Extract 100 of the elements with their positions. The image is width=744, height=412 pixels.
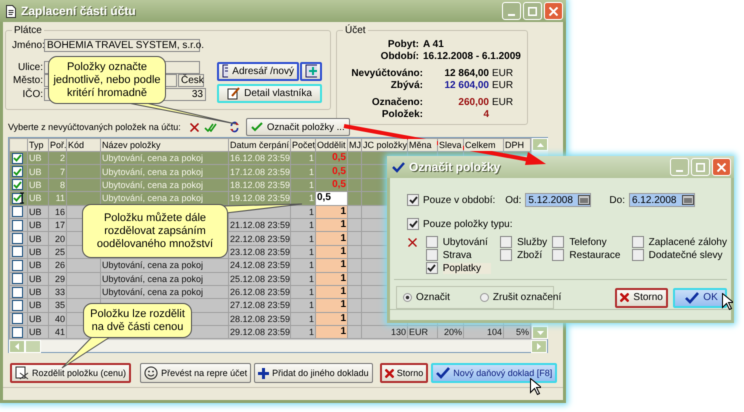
maximize-icon [696, 162, 705, 172]
column-header[interactable]: MJ [349, 140, 360, 150]
table-cell: 16.12.08 23:59 [230, 153, 290, 164]
table-cell: UB [29, 206, 42, 217]
table-cell: 8 [60, 180, 65, 190]
table-cell: 1 [308, 246, 314, 257]
split-document-icon [15, 366, 29, 380]
to-label: Do: [609, 194, 625, 206]
type-checkbox[interactable] [500, 249, 512, 261]
minimize-icon [676, 170, 683, 172]
cross-icon [384, 368, 394, 378]
radio-button[interactable] [480, 293, 489, 302]
table-cell: 1 [308, 260, 314, 270]
calendar-icon[interactable] [578, 195, 590, 205]
table-cell: Ubytování, cena za pokoj [102, 274, 204, 284]
row-checkbox[interactable] [12, 166, 23, 178]
action-button[interactable]: Rozdělit položku (cenu) [10, 363, 132, 384]
radio-label: Zrušit označení [492, 292, 562, 303]
table-cell: 29.12.08 23:59 [230, 327, 290, 338]
row-checkbox[interactable] [12, 220, 23, 231]
table-cell: UB [29, 180, 42, 190]
row-checkbox[interactable] [12, 260, 23, 271]
column-header[interactable]: Sleva [439, 140, 462, 150]
add-contact-button[interactable] [300, 62, 322, 80]
types-checkbox[interactable] [407, 218, 419, 230]
text-cursor-icon [20, 192, 24, 204]
table-cell: UB [29, 153, 42, 164]
checkbox-label: Dodatečné slevy [648, 250, 723, 260]
row-checkbox[interactable] [12, 286, 23, 298]
column-header[interactable]: Oddělit [317, 140, 346, 150]
smiley-icon [144, 366, 158, 380]
double-check-icon[interactable] [204, 122, 217, 132]
row-checkbox[interactable] [12, 326, 23, 338]
action-button[interactable]: Převést na repre účet [140, 363, 252, 384]
document-icon [5, 4, 17, 18]
close-button[interactable] [712, 158, 731, 176]
row-checkbox[interactable] [12, 246, 23, 258]
table-cell: 17 [54, 220, 65, 230]
table-cell: UB [29, 234, 42, 244]
scroll-thumb[interactable] [25, 340, 41, 353]
close-button[interactable] [544, 2, 563, 20]
table-cell: EUR [409, 327, 428, 338]
table-cell: 16 [54, 206, 65, 217]
instruction-text: Vyberte z nevyúčtovaných položek na účtu: [8, 122, 181, 132]
row-checkbox[interactable] [12, 313, 23, 324]
refresh-icon[interactable] [230, 121, 239, 133]
address-book-button[interactable]: Adresář /nový [217, 62, 299, 80]
column-header[interactable]: Datum čerpání [230, 140, 290, 150]
from-date-field[interactable]: 5.12.2008 [525, 193, 592, 207]
country-field[interactable]: Česk [178, 74, 204, 88]
row-checkbox[interactable] [12, 206, 23, 218]
checkbox-label: Ubytování [442, 236, 488, 248]
table-cell: 5% [516, 327, 529, 338]
field-label: Jméno: [12, 40, 43, 52]
type-checkbox[interactable] [426, 249, 438, 261]
column-header[interactable]: Poř. [50, 140, 66, 150]
type-checkbox[interactable] [552, 249, 564, 261]
row-checkbox[interactable] [12, 179, 23, 190]
mark-items-button[interactable]: Označit položky ... [246, 118, 350, 136]
split-quantity-cell[interactable]: 0,5 [316, 192, 348, 206]
checkbox-label: Zaplacené zálohy [648, 236, 727, 248]
cross-icon[interactable] [408, 238, 417, 247]
dialog-button[interactable]: Storno [615, 288, 668, 308]
tooltip-pointer [62, 336, 112, 368]
type-checkbox[interactable] [500, 236, 512, 248]
type-checkbox[interactable] [552, 236, 564, 248]
to-date-field[interactable]: 6.12.2008 [628, 193, 695, 207]
type-checkbox[interactable] [426, 236, 438, 248]
action-button[interactable]: Nový daňový doklad [F8] [431, 363, 558, 384]
checkbox-label: Poplatky [442, 262, 492, 274]
table-cell: Ubytování, cena za pokoj [102, 153, 204, 164]
check-icon [392, 162, 405, 172]
split-quantity-cell: 1 [316, 326, 348, 339]
action-button[interactable]: Přidat do jiného dokladu [254, 363, 373, 384]
table-cell: Ubytování, cena za pokoj [102, 193, 204, 204]
table-cell: UB [29, 246, 42, 257]
calendar-icon[interactable] [682, 195, 694, 205]
cross-icon[interactable] [190, 122, 199, 132]
row-checkbox[interactable] [12, 233, 23, 244]
table-cell: 27.12.08 23:59 [230, 300, 290, 310]
book-plus-icon [305, 64, 317, 78]
field-label: IČO: [21, 88, 43, 100]
table-cell: 25.12.08 23:59 [230, 274, 290, 284]
horizontal-scrollbar[interactable] [9, 339, 547, 352]
table-cell: 33 [54, 287, 65, 298]
dialog-button[interactable]: OK [673, 288, 727, 308]
row-checkbox[interactable] [12, 152, 23, 164]
type-checkbox[interactable] [632, 249, 644, 261]
row-checkbox[interactable] [12, 273, 23, 284]
table-cell: UB [29, 300, 42, 310]
radio-button[interactable] [403, 293, 412, 302]
mouse-pointer-icon [722, 293, 733, 310]
period-checkbox[interactable] [407, 194, 419, 206]
owner-detail-button[interactable]: Detail vlastníka [217, 84, 322, 102]
type-checkbox[interactable] [426, 262, 438, 274]
type-checkbox[interactable] [632, 236, 644, 248]
mouse-pointer-icon [530, 378, 541, 395]
action-button[interactable]: Storno [380, 363, 428, 384]
row-checkbox[interactable] [12, 300, 23, 311]
maximize-icon [528, 6, 537, 16]
